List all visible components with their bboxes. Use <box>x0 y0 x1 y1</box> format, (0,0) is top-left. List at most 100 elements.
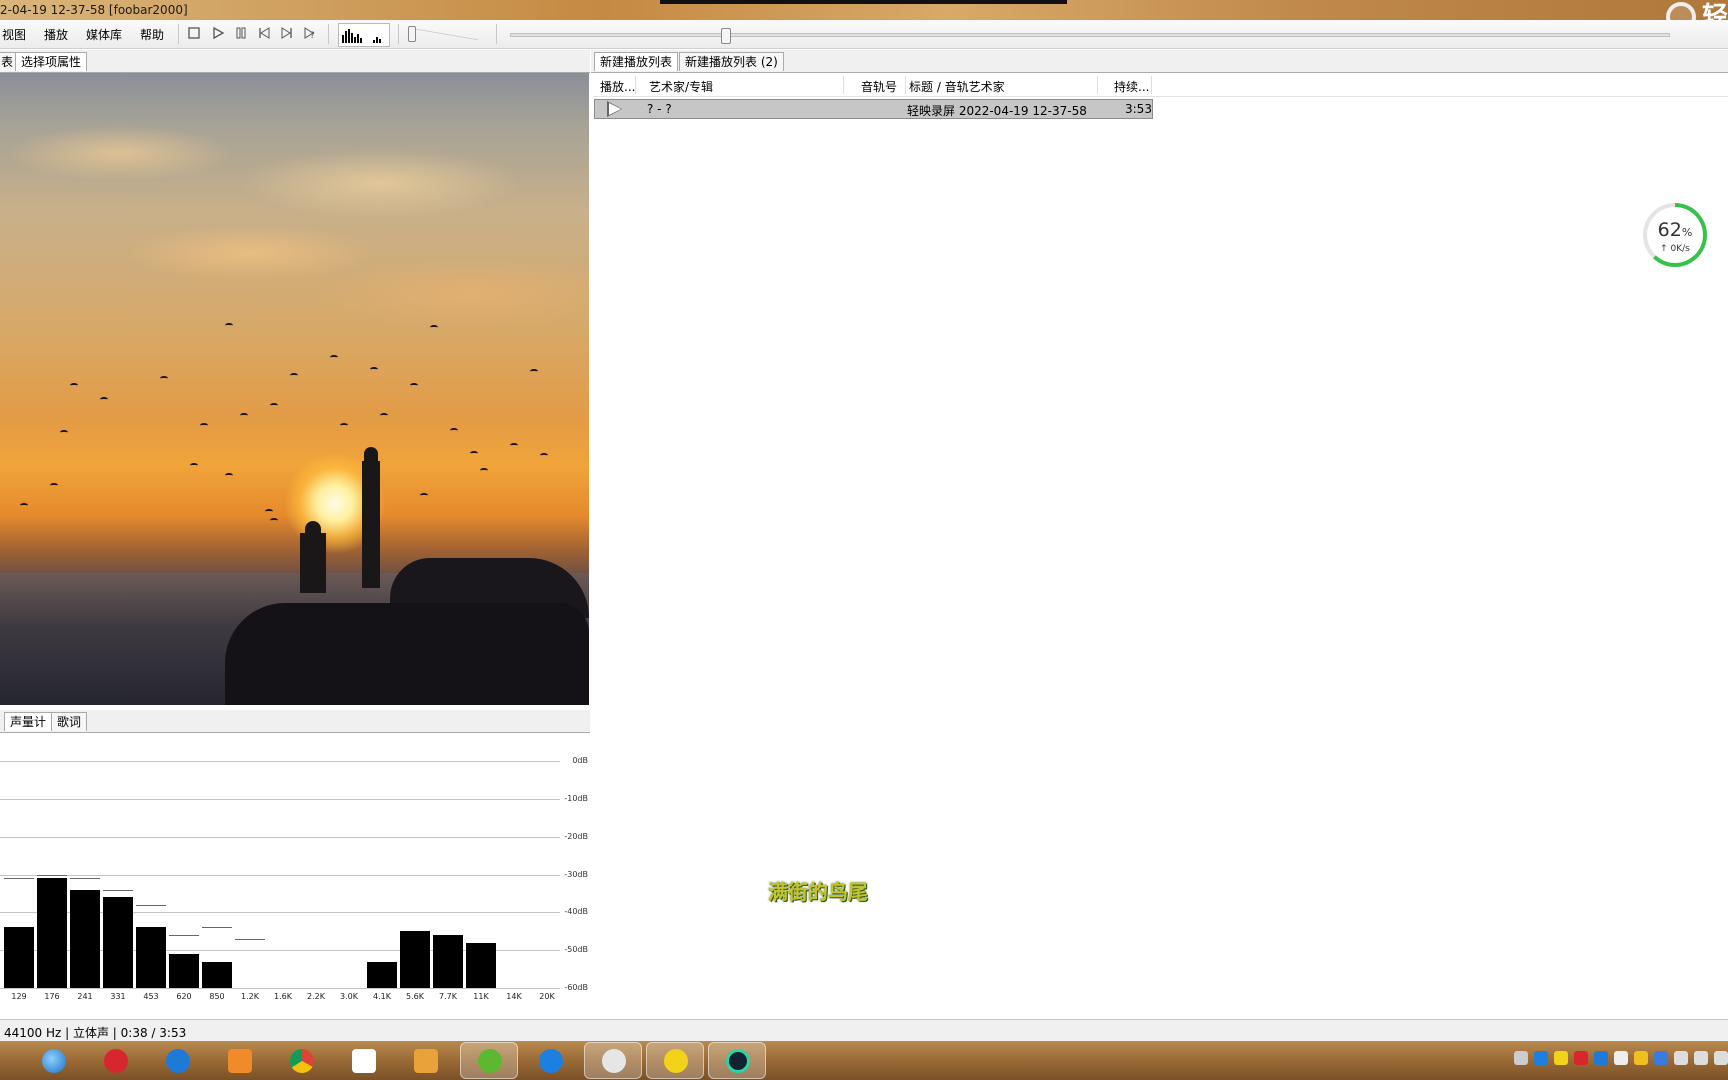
menu-bar: 视图 播放 媒体库 帮助 <box>0 20 173 48</box>
spectrum-gridline <box>0 874 560 876</box>
tab-playlist-partial[interactable]: 表 <box>0 52 17 71</box>
spectrum-bar <box>367 961 397 988</box>
recorder-icon[interactable] <box>708 1042 766 1079</box>
left-panel-tabs: 表 选择项属性 <box>0 50 590 73</box>
seek-bar-handle[interactable] <box>721 28 731 44</box>
orange-app-icon[interactable] <box>224 1045 256 1077</box>
network-tray-icon[interactable] <box>1654 1051 1668 1065</box>
menu-help[interactable]: 帮助 <box>131 26 173 43</box>
spectrum-bar <box>202 961 232 988</box>
green-arrow-icon[interactable] <box>460 1042 518 1079</box>
random-icon[interactable]: ? <box>302 26 318 42</box>
stop-icon[interactable] <box>186 26 202 42</box>
spectrum-frequency-label: 241 <box>77 992 93 1001</box>
toolbar-separator <box>178 24 179 44</box>
column-playing[interactable]: 播放... <box>600 78 635 95</box>
volume-slider[interactable] <box>408 26 478 42</box>
menu-library[interactable]: 媒体库 <box>77 26 131 43</box>
playlist-row[interactable]: ? - ? 轻映录屏 2022-04-19 12-37-58 3:53 <box>594 99 1153 119</box>
screen-tray-icon[interactable] <box>1674 1051 1688 1065</box>
spectrum-frequency-label: 14K <box>506 992 522 1001</box>
volume-icon[interactable] <box>1714 1051 1728 1065</box>
netease-music-icon[interactable] <box>100 1045 132 1077</box>
video-player-icon[interactable] <box>410 1045 442 1077</box>
menu-playback[interactable]: 播放 <box>35 26 77 43</box>
spectrum-bar <box>400 931 430 988</box>
column-duration[interactable]: 持续... <box>1114 78 1149 95</box>
spectrum-peak-marker <box>235 938 265 940</box>
spectrum-db-label: -40dB <box>564 907 588 917</box>
spectrum-frequency-label: 453 <box>143 992 159 1001</box>
feather-icon[interactable] <box>535 1045 567 1077</box>
tab-lyrics[interactable]: 歌词 <box>51 712 88 731</box>
security-tray-icon[interactable] <box>1634 1051 1648 1065</box>
spectrum-bar <box>169 953 199 988</box>
ie-icon[interactable] <box>38 1045 70 1077</box>
alien-app-icon[interactable] <box>584 1042 642 1079</box>
row-artist-album: ? - ? <box>647 102 672 116</box>
kugou-icon[interactable] <box>162 1045 194 1077</box>
spectrum-peak-marker <box>4 878 34 880</box>
spectrum-frequency-label: 129 <box>11 992 27 1001</box>
spectrum-bar <box>433 935 463 988</box>
spectrum-frequency-label: 5.6K <box>406 992 424 1001</box>
keyboard-icon[interactable] <box>1514 1051 1528 1065</box>
tab-new-playlist-2[interactable]: 新建播放列表 (2) <box>679 52 784 71</box>
youku-icon[interactable] <box>348 1045 380 1077</box>
gauge-speed: ↑ 0K/s <box>1660 244 1690 254</box>
chrome-icon[interactable] <box>286 1045 318 1077</box>
spectrum-db-label: -10dB <box>564 793 588 803</box>
tab-new-playlist[interactable]: 新建播放列表 <box>594 52 679 71</box>
gauge-percent: 62% <box>1657 219 1693 241</box>
spectrum-bar <box>4 927 34 988</box>
banana-music-icon[interactable] <box>646 1042 704 1079</box>
playlist-column-headers: 播放... 艺术家/专辑 音轨号 标题 / 音轨艺术家 持续... <box>593 74 1728 97</box>
spectrum-bar <box>136 927 166 988</box>
title-bar: 2-04-19 12-37-58 [foobar2000] 轻 <box>0 0 1728 32</box>
status-bar: 44100 Hz | 立体声 | 0:38 / 3:53 <box>0 1019 1728 1042</box>
previous-icon[interactable] <box>256 26 272 42</box>
seek-bar[interactable] <box>510 28 1670 44</box>
spectrum-bar <box>37 878 67 988</box>
spectrum-bar <box>103 897 133 988</box>
album-art-image <box>0 73 589 705</box>
spectrum-frequency-label: 1.6K <box>274 992 292 1001</box>
spectrum-gridline <box>0 761 560 762</box>
spectrum-db-label: 0dB <box>572 756 588 765</box>
spectrum-frequency-label: 20K <box>539 992 555 1001</box>
visualization-tabs: 声量计 歌词 <box>0 710 590 733</box>
mini-spectrum-visualizer[interactable] <box>338 23 390 47</box>
spectrum-peak-marker <box>202 927 232 929</box>
row-title-artist: 轻映录屏 2022-04-19 12-37-58 <box>907 104 1087 118</box>
spectrum-db-label: -50dB <box>564 945 588 955</box>
power-icon[interactable] <box>1614 1051 1628 1065</box>
menu-view[interactable]: 视图 <box>0 26 35 43</box>
toolbar-separator <box>328 24 329 44</box>
tab-volume-meter[interactable]: 声量计 <box>4 712 53 731</box>
play-icon[interactable] <box>210 26 226 42</box>
kugou-tray-icon[interactable] <box>1594 1051 1608 1065</box>
column-title-artist[interactable]: 标题 / 音轨艺术家 <box>909 78 1005 95</box>
column-track-number[interactable]: 音轨号 <box>861 78 897 95</box>
spectrum-peak-marker <box>136 904 166 906</box>
spectrum-gridline <box>0 836 560 838</box>
feather-tray-icon[interactable] <box>1534 1051 1548 1065</box>
banana-tray-icon[interactable] <box>1554 1051 1568 1065</box>
toolbar: 视图 播放 媒体库 帮助 ? <box>0 20 1728 49</box>
status-text: 44100 Hz | 立体声 | 0:38 / 3:53 <box>4 1026 187 1040</box>
svg-text:?: ? <box>310 31 315 40</box>
display-icon[interactable] <box>1694 1051 1708 1065</box>
spectrum-db-label: -60dB <box>564 983 588 992</box>
window-title: 2-04-19 12-37-58 [foobar2000] <box>0 3 188 17</box>
next-icon[interactable] <box>279 26 295 42</box>
system-tray <box>1514 1051 1728 1065</box>
netease-tray-icon[interactable] <box>1574 1051 1588 1065</box>
pause-icon[interactable] <box>233 26 249 42</box>
resource-gauge[interactable]: 62% ↑ 0K/s <box>1643 203 1707 267</box>
toolbar-separator <box>496 24 497 44</box>
tab-selection-properties[interactable]: 选择项属性 <box>15 52 88 71</box>
spectrum-frequency-label: 4.1K <box>373 992 391 1001</box>
volume-slider-handle[interactable] <box>408 26 416 42</box>
row-duration: 3:53 <box>1125 102 1152 116</box>
column-artist-album[interactable]: 艺术家/专辑 <box>649 78 713 95</box>
